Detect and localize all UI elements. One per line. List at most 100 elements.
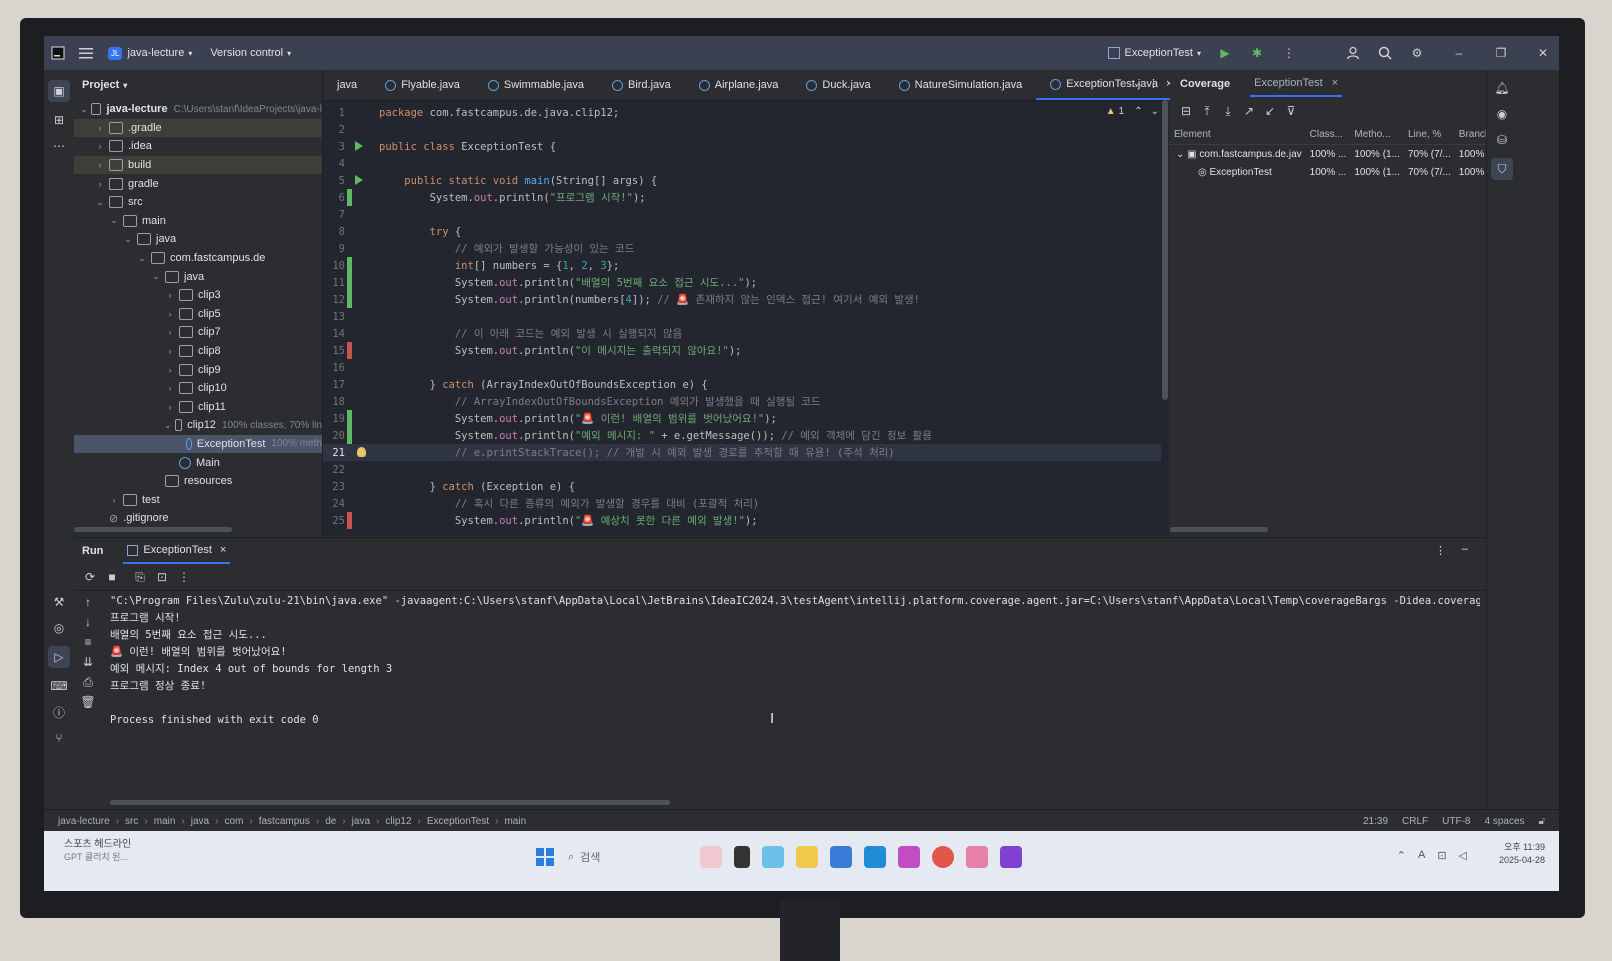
code-line[interactable]: 20 System.out.println("예외 메시지: " + e.get… — [323, 427, 1169, 444]
tree-item[interactable]: resources — [74, 472, 322, 491]
gutter[interactable] — [345, 393, 379, 410]
line-number[interactable]: 18 — [323, 396, 345, 408]
gutter[interactable] — [345, 189, 379, 206]
code-line[interactable]: 8 try { — [323, 223, 1169, 240]
gutter[interactable] — [345, 274, 379, 291]
line-number[interactable]: 2 — [323, 124, 345, 136]
gutter[interactable] — [345, 359, 379, 376]
tree-item[interactable]: ⌄ clip12 100% classes, 70% lin — [74, 416, 322, 435]
coverage-tab[interactable]: ExceptionTest × — [1250, 71, 1343, 97]
ime-icon[interactable]: A — [1418, 849, 1425, 862]
gutter[interactable] — [345, 308, 379, 325]
minimize-icon[interactable]: – — [1451, 45, 1467, 61]
main-menu-icon[interactable] — [78, 45, 94, 61]
code-line[interactable]: 4 — [323, 155, 1169, 172]
chevron-down-icon[interactable]: ⌄ — [1176, 149, 1187, 160]
intellij-app-icon[interactable] — [1000, 846, 1022, 868]
line-number[interactable]: 9 — [323, 243, 345, 255]
code-line[interactable]: 25 System.out.println("🚨 예상치 못한 다른 예외 발생… — [323, 512, 1169, 529]
gutter[interactable] — [345, 291, 379, 308]
close-icon[interactable]: × — [1332, 77, 1338, 89]
code-line[interactable]: 7 — [323, 206, 1169, 223]
chevron-right-icon[interactable]: › — [164, 402, 176, 412]
project-hscroll[interactable] — [74, 527, 232, 532]
search-icon[interactable] — [1377, 45, 1393, 61]
gutter[interactable] — [345, 257, 379, 274]
services-tool-icon[interactable]: ◎ — [51, 620, 67, 636]
code-line[interactable]: 17 } catch (ArrayIndexOutOfBoundsExcepti… — [323, 376, 1169, 393]
task-view-icon[interactable] — [734, 846, 750, 868]
code-line[interactable]: 21 // e.printStackTrace(); // 개발 시 예외 발생… — [323, 444, 1169, 461]
import-icon[interactable]: ↙ — [1262, 103, 1278, 119]
run-gutter-icon[interactable] — [355, 175, 363, 185]
gutter[interactable] — [345, 325, 379, 342]
tree-item[interactable]: › test — [74, 490, 322, 509]
taskbar-search[interactable]: ⌕ 검색 — [568, 845, 688, 869]
lightbulb-icon[interactable] — [357, 447, 366, 457]
code-line[interactable]: 23 } catch (Exception e) { — [323, 478, 1169, 495]
breadcrumb-item[interactable]: main — [154, 816, 176, 827]
tree-item[interactable]: › clip5 — [74, 305, 322, 324]
tree-item[interactable]: › clip11 — [74, 398, 322, 417]
editor-tab[interactable]: Swimmable.java — [474, 70, 598, 100]
coverage-column-header[interactable]: Class... — [1305, 124, 1351, 145]
coverage-row[interactable]: ◎ ExceptionTest 100% ... 100% (1... 70% (7/… — [1170, 163, 1508, 181]
code-line[interactable]: 24 // 혹시 다른 종류의 예외가 발생할 경우를 대비 (포괄적 처리) — [323, 495, 1169, 512]
flatten-packages-icon[interactable]: ⊟ — [1178, 103, 1194, 119]
editor-tab[interactable]: Duck.java — [792, 70, 884, 100]
tree-item[interactable]: › .gradle — [74, 118, 322, 138]
breadcrumb-item[interactable]: ExceptionTest — [427, 816, 489, 827]
notifications-icon[interactable]: 🔔︎ — [1494, 80, 1510, 96]
tree-item[interactable]: ⌄ com.fastcampus.de — [74, 249, 322, 268]
run-tab[interactable]: ExceptionTest × — [123, 538, 231, 564]
tree-item[interactable]: › clip7 — [74, 323, 322, 342]
coverage-hscroll[interactable] — [1170, 527, 1268, 532]
code-line[interactable]: 6 System.out.println("프로그램 시작!"); — [323, 189, 1169, 206]
editor-vscroll[interactable] — [1161, 100, 1169, 536]
gutter[interactable] — [345, 512, 379, 529]
coverage-row[interactable]: ⌄ ▣ com.fastcampus.de.jav 100% ... 100% (1… — [1170, 145, 1508, 164]
line-number[interactable]: 24 — [323, 498, 345, 510]
trash-icon[interactable]: 🗑︎ — [80, 694, 96, 710]
minimize-icon[interactable]: – — [1462, 543, 1468, 555]
gutter[interactable] — [345, 172, 379, 189]
breadcrumb-item[interactable]: java-lecture — [58, 816, 110, 827]
line-number[interactable]: 16 — [323, 362, 345, 374]
gutter[interactable] — [345, 206, 379, 223]
line-number[interactable]: 13 — [323, 311, 345, 323]
code-line[interactable]: 14 // 이 아래 코드는 예외 발생 시 실행되지 않음 — [323, 325, 1169, 342]
code-area[interactable]: 1 package com.fastcampus.de.java.clip12; 2… — [323, 100, 1169, 536]
tree-item[interactable]: ExceptionTest 100% meth — [74, 434, 322, 454]
gutter[interactable] — [345, 155, 379, 172]
file-explorer-icon[interactable] — [796, 846, 818, 868]
gutter[interactable] — [345, 223, 379, 240]
tree-item[interactable]: › clip9 — [74, 360, 322, 379]
breadcrumb-item[interactable]: src — [125, 816, 138, 827]
tree-item[interactable]: ⊘ .gitignore — [74, 509, 322, 528]
edge-app-icon[interactable] — [762, 846, 784, 868]
chevron-up-icon[interactable]: ⌃ — [1134, 106, 1142, 117]
indent-setting[interactable]: 4 spaces — [1484, 816, 1524, 827]
breadcrumb-item[interactable]: clip12 — [385, 816, 411, 827]
breadcrumb-item[interactable]: main — [504, 816, 526, 827]
windows-start-icon[interactable] — [534, 846, 556, 868]
code-line[interactable]: 5 public static void main(String[] args)… — [323, 172, 1169, 189]
camera-icon[interactable]: ⎘ — [132, 569, 148, 585]
copilot-app-icon[interactable] — [700, 846, 722, 868]
run-config-selector[interactable]: ExceptionTest ▾ — [1107, 47, 1201, 59]
code-line[interactable]: 18 // ArrayIndexOutOfBoundsException 예외가… — [323, 393, 1169, 410]
gutter[interactable] — [345, 495, 379, 512]
gutter[interactable] — [345, 240, 379, 257]
stop-icon[interactable]: ■ — [104, 569, 120, 585]
problems-tool-icon[interactable]: ⓘ — [51, 704, 67, 720]
layout-icon[interactable]: ⊡ — [154, 569, 170, 585]
line-number[interactable]: 25 — [323, 515, 345, 527]
editor-tab[interactable]: Flyable.java — [371, 70, 474, 100]
code-line[interactable]: 10 int[] numbers = {1, 2, 3}; — [323, 257, 1169, 274]
vcs-menu[interactable]: Version control ▾ — [210, 47, 291, 59]
terminal-tool-icon[interactable]: ⌨ — [50, 678, 67, 694]
structure-tool-icon[interactable]: ⊞ — [51, 112, 67, 128]
tree-item[interactable]: ⌄ java — [74, 267, 322, 286]
console-output[interactable]: "C:\Program Files\Zulu\zulu-21\bin\java.… — [110, 592, 1480, 792]
chevron-right-icon[interactable]: › — [94, 141, 106, 151]
